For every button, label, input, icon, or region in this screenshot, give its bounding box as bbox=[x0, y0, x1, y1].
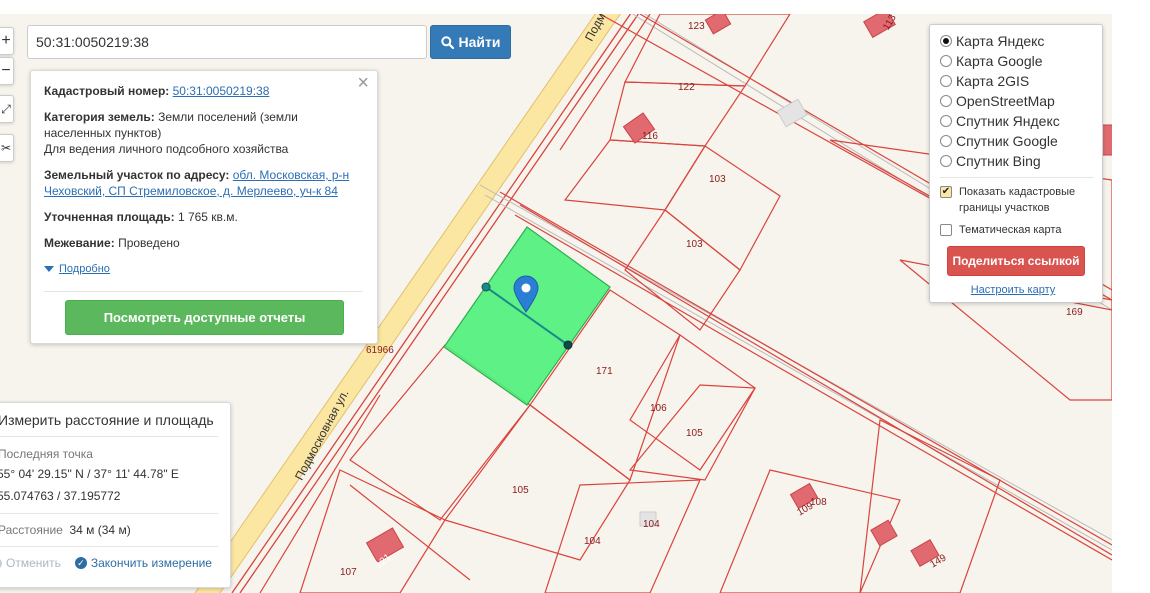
layer-label: Карта 2GIS bbox=[956, 73, 1030, 89]
measure-end-point bbox=[563, 340, 573, 350]
zoom-in-button[interactable]: + bbox=[0, 27, 14, 55]
layer-option[interactable]: OpenStreetMap bbox=[940, 91, 1094, 111]
distance-label: Расстояние bbox=[0, 523, 63, 537]
finish-label: Закончить измерение bbox=[90, 556, 212, 570]
layer-label: Спутник Bing bbox=[956, 153, 1041, 169]
radio-icon[interactable] bbox=[940, 95, 952, 107]
distance-value: 34 м (34 м) bbox=[69, 523, 131, 537]
parcel-label: 104 bbox=[643, 519, 660, 530]
radio-icon[interactable] bbox=[940, 35, 952, 47]
divider bbox=[44, 291, 363, 292]
house-small bbox=[870, 519, 898, 547]
coords-dms: 55° 04' 29.15" N / 37° 11' 44.78" E bbox=[0, 467, 179, 481]
parcel-label: 116 bbox=[642, 131, 658, 142]
check-circle-icon: ✓ bbox=[74, 557, 87, 569]
finish-measure-button[interactable]: ✓ Закончить измерение bbox=[74, 556, 212, 570]
layer-option[interactable]: Карта Яндекс bbox=[940, 31, 1094, 51]
layer-option[interactable]: Спутник Bing bbox=[940, 151, 1094, 171]
parcel-label: 169 bbox=[1066, 307, 1083, 318]
parcel-label: 107 bbox=[340, 567, 357, 578]
address-label: Земельный участок по адресу: bbox=[44, 168, 230, 182]
divider bbox=[940, 177, 1094, 178]
show-borders-label: Показать кадастровые границы участков bbox=[959, 186, 1076, 214]
survey-row: Межевание: Проведено bbox=[44, 235, 363, 251]
parcel-label: 106 bbox=[650, 403, 667, 414]
layer-option[interactable]: Спутник Яндекс bbox=[940, 111, 1094, 131]
parcel-label: 105 bbox=[686, 428, 703, 439]
cadastral-number-link[interactable]: 50:31:0050219:38 bbox=[173, 84, 270, 98]
building-grey bbox=[776, 98, 808, 128]
measure-tool-button[interactable]: ✂ bbox=[0, 134, 14, 162]
last-point-label: Последняя точка bbox=[0, 447, 93, 461]
caret-down-icon bbox=[44, 266, 54, 272]
right-strip bbox=[1112, 0, 1150, 593]
layer-option[interactable]: Карта 2GIS bbox=[940, 71, 1094, 91]
measure-panel: Измерить расстояние и площадь Последняя … bbox=[0, 402, 231, 588]
search-input[interactable] bbox=[27, 25, 427, 59]
thematic-map-option[interactable]: Тематическая карта bbox=[940, 222, 1094, 238]
search-button-label: Найти bbox=[458, 34, 501, 50]
distance-row: Расстояние 34 м (34 м) bbox=[0, 514, 230, 537]
parcel-label: 123 bbox=[688, 21, 705, 32]
search-icon bbox=[440, 35, 454, 49]
measure-actions: × Отменить ✓ Закончить измерение bbox=[0, 547, 230, 570]
category-label: Категория земель: bbox=[44, 110, 155, 124]
show-borders-option[interactable]: ✔ Показать кадастровые границы участков bbox=[940, 184, 1094, 216]
expand-icon: ⤢ bbox=[1, 101, 11, 116]
survey-value: Проведено bbox=[118, 236, 180, 250]
top-strip bbox=[0, 0, 1150, 14]
area-value: 1 765 кв.м. bbox=[177, 210, 238, 224]
category-row: Категория земель: Земли поселений (земли… bbox=[44, 109, 363, 157]
usage-value: Для ведения личного подсобного хозяйства bbox=[44, 142, 289, 156]
checkbox-checked-icon[interactable]: ✔ bbox=[940, 186, 952, 198]
layer-option[interactable]: Карта Google bbox=[940, 51, 1094, 71]
search-button[interactable]: Найти bbox=[430, 25, 511, 59]
checkbox-icon[interactable] bbox=[940, 224, 952, 236]
survey-label: Межевание: bbox=[44, 236, 115, 250]
area-label: Уточненная площадь: bbox=[44, 210, 175, 224]
fullscreen-button[interactable]: ⤢ bbox=[0, 95, 14, 123]
parcel-label: 61966 bbox=[366, 345, 394, 356]
layer-option[interactable]: Спутник Google bbox=[940, 131, 1094, 151]
parcel-label: 103 bbox=[686, 239, 703, 250]
parcel-label: 122 bbox=[678, 82, 695, 93]
measure-title: Измерить расстояние и площадь bbox=[0, 403, 218, 437]
address-row: Земельный участок по адресу: обл. Москов… bbox=[44, 167, 363, 199]
radio-icon[interactable] bbox=[940, 135, 952, 147]
radio-icon[interactable] bbox=[940, 55, 952, 67]
layer-label: Карта Google bbox=[956, 53, 1043, 69]
parcel-label: 171 bbox=[596, 366, 613, 377]
coords-decimal: 55.074763 / 37.195772 bbox=[0, 489, 121, 503]
configure-map-link[interactable]: Настроить карту bbox=[940, 284, 1094, 296]
close-icon[interactable]: × bbox=[357, 73, 369, 93]
cancel-measure-button[interactable]: × Отменить bbox=[0, 556, 61, 570]
parcel-label: 105 bbox=[512, 485, 529, 496]
layer-label: Карта Яндекс bbox=[956, 33, 1045, 49]
details-link: Подробно bbox=[59, 263, 110, 275]
layer-label: OpenStreetMap bbox=[956, 93, 1055, 109]
radio-icon[interactable] bbox=[940, 75, 952, 87]
layer-label: Спутник Яндекс bbox=[956, 113, 1060, 129]
cadastral-label: Кадастровый номер: bbox=[44, 84, 170, 98]
area-row: Уточненная площадь: 1 765 кв.м. bbox=[44, 209, 363, 225]
radio-icon[interactable] bbox=[940, 115, 952, 127]
zoom-out-button[interactable]: − bbox=[0, 57, 14, 85]
ruler-icon: ✂ bbox=[0, 141, 12, 155]
cadastral-row: Кадастровый номер: 50:31:0050219:38 bbox=[44, 83, 363, 99]
parcel-label: 104 bbox=[584, 536, 601, 547]
view-reports-button[interactable]: Посмотреть доступные отчеты bbox=[65, 300, 344, 335]
share-link-button[interactable]: Поделиться ссылкой bbox=[947, 246, 1085, 276]
cancel-icon: × bbox=[0, 557, 2, 569]
measure-start-point bbox=[481, 282, 491, 292]
parcel-label: 103 bbox=[709, 174, 726, 185]
layer-label: Спутник Google bbox=[956, 133, 1058, 149]
details-toggle[interactable]: Подробно bbox=[44, 261, 363, 277]
radio-icon[interactable] bbox=[940, 155, 952, 167]
layers-panel: Карта Яндекс Карта Google Карта 2GIS Ope… bbox=[929, 24, 1103, 303]
parcel-info-panel: × Кадастровый номер: 50:31:0050219:38 Ка… bbox=[30, 70, 378, 344]
thematic-label: Тематическая карта bbox=[959, 224, 1062, 236]
cancel-label: Отменить bbox=[6, 556, 61, 570]
